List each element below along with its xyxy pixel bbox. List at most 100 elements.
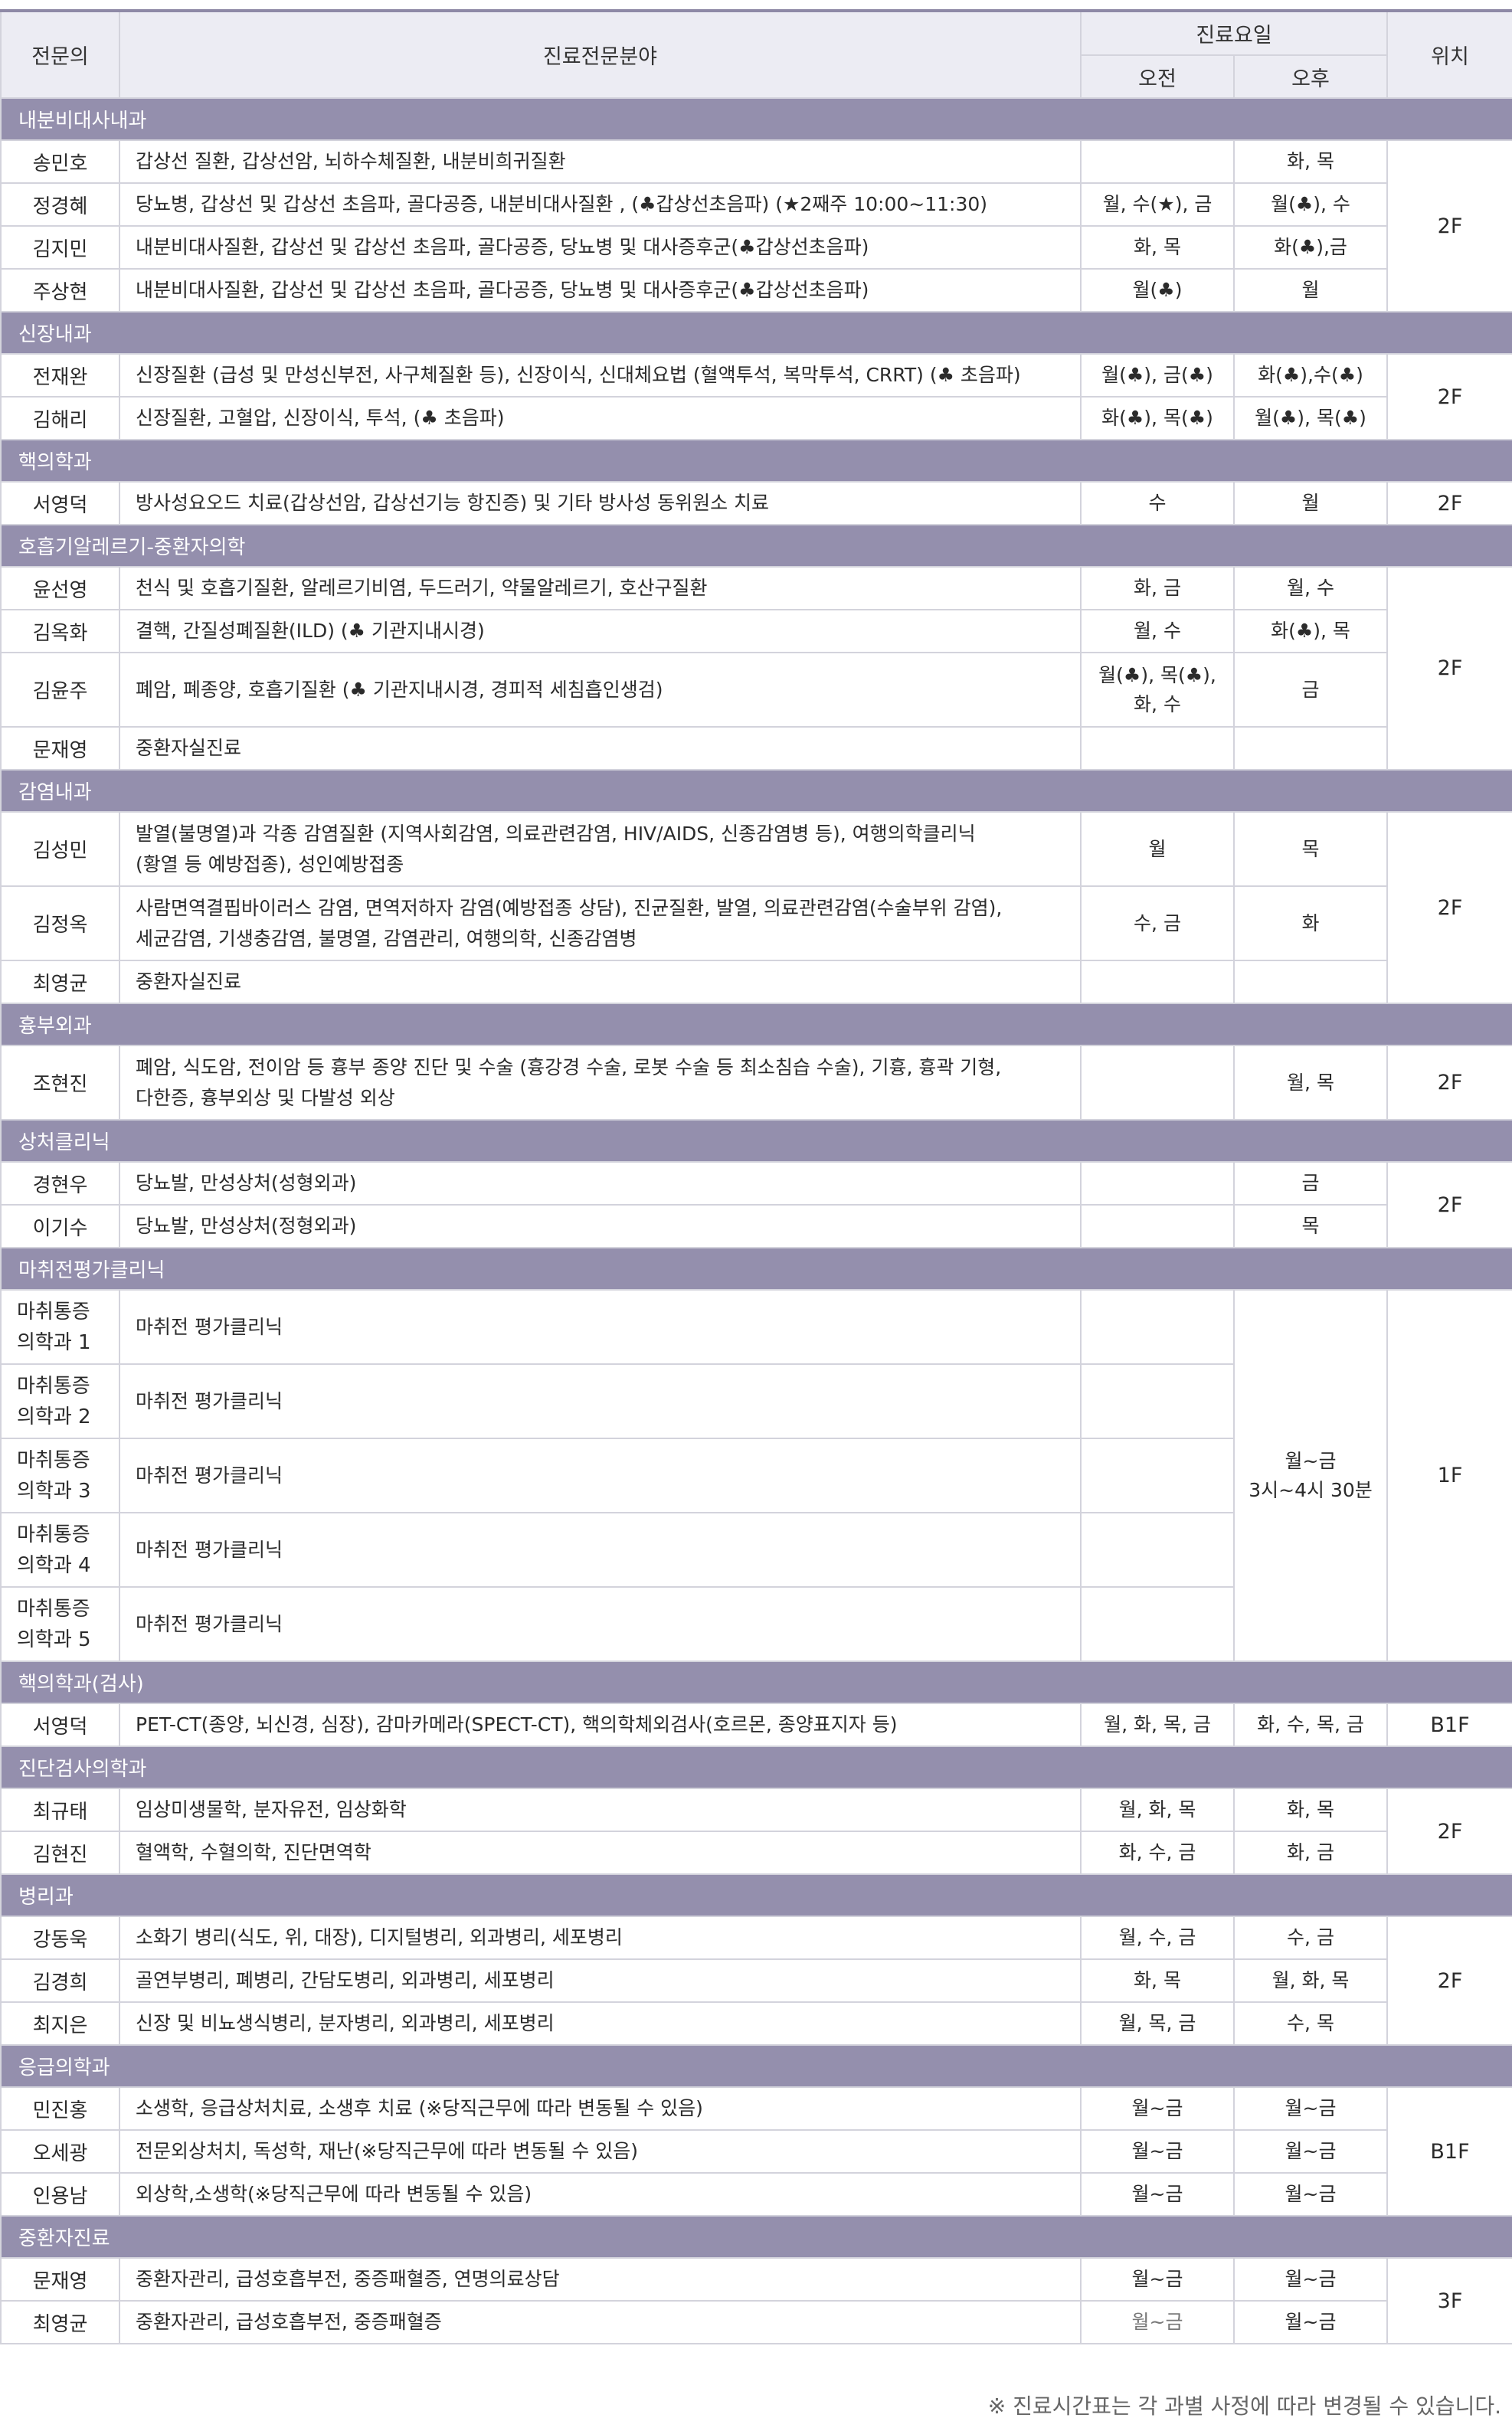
section-title: 내분비대사내과: [0, 97, 1512, 141]
pm-days: 월~금 3시~4시 30분: [1233, 1289, 1388, 1662]
doctor-name: 김현진: [0, 1831, 120, 1875]
am-days: 월~금: [1080, 2086, 1235, 2131]
table-row: 최영균 중환자관리, 급성호흡부전, 중증패혈증 월~금 월~금: [0, 2300, 1512, 2344]
pm-days: 월~금: [1233, 2257, 1388, 2302]
table-row: 김성민 발열(불명열)과 각종 감염질환 (지역사회감염, 의료관련감염, HIV…: [0, 811, 1512, 1004]
doctor-name: 최지은: [0, 2001, 120, 2046]
section-header-row: 감염내과: [0, 769, 1512, 813]
pm-days: 월, 목: [1233, 1045, 1388, 1121]
section-header-row: 응급의학과: [0, 2044, 1512, 2088]
doctor-name: 강동욱: [0, 1916, 120, 1960]
pm-days: 화, 금: [1233, 1831, 1388, 1875]
header-am: 오전: [1080, 54, 1235, 99]
location-cell: 2F: [1386, 1788, 1512, 1875]
table-row: 김정옥 사람면역결핍바이러스 감염, 면역저하자 감염(예방접종 상담), 진균질…: [0, 885, 1512, 961]
section-title: 흉부외과: [0, 1003, 1512, 1046]
specialty-text: 중환자관리, 급성호흡부전, 중증패혈증, 연명의료상담: [119, 2257, 1082, 2302]
am-days: [1080, 1161, 1235, 1206]
am-days: 월, 화, 목: [1080, 1788, 1235, 1832]
doctor-name: 이기수: [0, 1204, 120, 1248]
am-days: 수, 금: [1080, 885, 1235, 961]
pm-days: 월: [1233, 268, 1388, 312]
doctor-name: 경현우: [0, 1161, 120, 1206]
doctor-name: 정경혜: [0, 182, 120, 227]
specialty-text: 내분비대사질환, 갑상선 및 갑상선 초음파, 골다공증, 당뇨병 및 대사증후…: [119, 225, 1082, 270]
pm-days: 월, 수: [1233, 566, 1388, 610]
section-header-row: 호흡기알레르기-중환자의학: [0, 524, 1512, 568]
am-days: 월, 수: [1080, 609, 1235, 653]
location-cell: 2F: [1386, 1045, 1512, 1121]
table-row: 서영덕 방사성요오드 치료(갑상선암, 갑상선기능 항진증) 및 기타 방사성 동…: [0, 481, 1512, 525]
pm-days: 화, 목: [1233, 139, 1388, 184]
doctor-name: 최규태: [0, 1788, 120, 1832]
section-header-row: 핵의학과: [0, 439, 1512, 483]
specialty-text: 방사성요오드 치료(갑상선암, 갑상선기능 항진증) 및 기타 방사성 동위원소…: [119, 481, 1082, 525]
location-cell: 3F: [1386, 2257, 1512, 2344]
am-days: [1080, 960, 1235, 1004]
am-days: [1080, 1045, 1235, 1121]
specialty-text: 천식 및 호흡기질환, 알레르기비염, 두드러기, 약물알레르기, 호산구질환: [119, 566, 1082, 610]
table-row: 김옥화 결핵, 간질성폐질환(ILD) (♣ 기관지내시경) 월, 수 화(♣), 목: [0, 609, 1512, 653]
am-days: [1080, 1586, 1235, 1662]
doctor-name: 마취통증 의학과 5: [0, 1586, 120, 1662]
pm-days: 월(♣), 목(♣): [1233, 396, 1388, 440]
am-days: 월~금: [1080, 2129, 1235, 2174]
specialty-text: 임상미생물학, 분자유전, 임상화학: [119, 1788, 1082, 1832]
section-header-row: 진단검사의학과: [0, 1746, 1512, 1789]
pm-days: 수, 금: [1233, 1916, 1388, 1960]
pm-days: 월~금: [1233, 2300, 1388, 2344]
schedule-table: 전문의 진료전문분야 진료요일 위치 오전 오후 내분비대사내과 송민호 갑상선 질…: [0, 9, 1512, 2344]
specialty-text: 발열(불명열)과 각종 감염질환 (지역사회감염, 의료관련감염, HIV/AI…: [119, 811, 1082, 887]
specialty-text: 내분비대사질환, 갑상선 및 갑상선 초음파, 골다공증, 당뇨병 및 대사증후…: [119, 268, 1082, 312]
specialty-text: 소생학, 응급상처치료, 소생후 치료 (※당직근무에 따라 변동될 수 있음): [119, 2086, 1082, 2131]
location-cell: B1F: [1386, 2086, 1512, 2217]
table-row: 마취통증 의학과 1 마취전 평가클리닉 월~금 3시~4시 30분 1F: [0, 1289, 1512, 1662]
doctor-name: 문재영: [0, 726, 120, 771]
doctor-name: 마취통증 의학과 1: [0, 1289, 120, 1365]
pm-days: 월~금: [1233, 2172, 1388, 2217]
specialty-text: 신장 및 비뇨생식병리, 분자병리, 외과병리, 세포병리: [119, 2001, 1082, 2046]
table-row: 문재영 중환자실진료: [0, 726, 1512, 771]
header-row: 전문의 진료전문분야 진료요일 위치: [0, 10, 1512, 99]
pm-days: 금: [1233, 652, 1388, 728]
doctor-name: 송민호: [0, 139, 120, 184]
table-row: 김윤주 폐암, 폐종양, 호흡기질환 (♣ 기관지내시경, 경피적 세침흡인생검)…: [0, 652, 1512, 728]
am-days: 화, 수, 금: [1080, 1831, 1235, 1875]
header-doctor: 전문의: [0, 10, 120, 99]
specialty-text: 당뇨발, 만성상처(정형외과): [119, 1204, 1082, 1248]
specialty-text: PET-CT(종양, 뇌신경, 심장), 감마카메라(SPECT-CT), 핵의…: [119, 1703, 1082, 1747]
doctor-name: 윤선영: [0, 566, 120, 610]
specialty-text: 폐암, 식도암, 전이암 등 흉부 종양 진단 및 수술 (흉강경 수술, 로봇…: [119, 1045, 1082, 1121]
pm-days: 화(♣),수(♣): [1233, 353, 1388, 398]
header-specialty: 진료전문분야: [119, 10, 1082, 99]
doctor-name: 민진홍: [0, 2086, 120, 2131]
am-days: 월~금: [1080, 2172, 1235, 2217]
location-cell: 2F: [1386, 481, 1512, 525]
doctor-name: 마취통증 의학과 4: [0, 1512, 120, 1588]
table-row: 김현진 혈액학, 수혈의학, 진단면역학 화, 수, 금 화, 금: [0, 1831, 1512, 1875]
doctor-name: 김해리: [0, 396, 120, 440]
section-header-row: 중환자진료: [0, 2215, 1512, 2259]
doctor-name: 김지민: [0, 225, 120, 270]
doctor-name: 최영균: [0, 2300, 120, 2344]
am-days: [1080, 1438, 1235, 1513]
table-row: 송민호 갑상선 질환, 갑상선암, 뇌하수체질환, 내분비희귀질환 화, 목 2F: [0, 139, 1512, 312]
section-title: 신장내과: [0, 311, 1512, 355]
doctor-name: 조현진: [0, 1045, 120, 1121]
section-title: 감염내과: [0, 769, 1512, 813]
am-days: 월~금: [1080, 2257, 1235, 2302]
section-title: 핵의학과: [0, 439, 1512, 483]
section-title: 응급의학과: [0, 2044, 1512, 2088]
table-row: 김해리 신장질환, 고혈압, 신장이식, 투석, (♣ 초음파) 화(♣), 목(♣…: [0, 396, 1512, 440]
specialty-text: 골연부병리, 폐병리, 간담도병리, 외과병리, 세포병리: [119, 1958, 1082, 2003]
header-days: 진료요일: [1080, 10, 1388, 56]
specialty-text: 신장질환, 고혈압, 신장이식, 투석, (♣ 초음파): [119, 396, 1082, 440]
am-days: 월(♣), 목(♣), 화, 수: [1080, 652, 1235, 728]
table-row: 최지은 신장 및 비뇨생식병리, 분자병리, 외과병리, 세포병리 월, 목, 금수…: [0, 2001, 1512, 2046]
pm-days: 월~금: [1233, 2129, 1388, 2174]
doctor-name: 김윤주: [0, 652, 120, 728]
pm-days: 수, 목: [1233, 2001, 1388, 2046]
pm-days: 화(♣),금: [1233, 225, 1388, 270]
table-row: 정경혜 당뇨병, 갑상선 및 갑상선 초음파, 골다공증, 내분비대사질환 , (…: [0, 182, 1512, 227]
specialty-text: 결핵, 간질성폐질환(ILD) (♣ 기관지내시경): [119, 609, 1082, 653]
